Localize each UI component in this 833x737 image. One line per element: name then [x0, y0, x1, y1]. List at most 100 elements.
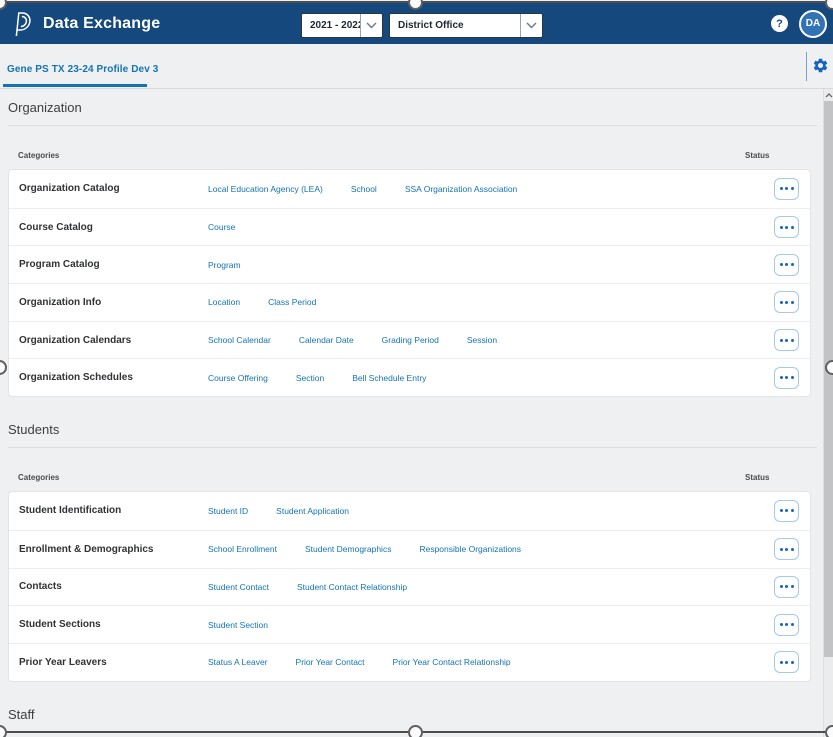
table-row: Organization CalendarsSchool Calendar Cal… [9, 321, 810, 359]
more-actions-button[interactable] [774, 651, 799, 673]
ellipsis-dot-icon [785, 623, 788, 626]
category-link[interactable]: Prior Year Contact [296, 657, 365, 667]
ellipsis-dot-icon [785, 339, 788, 342]
category-links: Student Section [208, 620, 774, 630]
category-name: Organization Info [19, 297, 208, 308]
category-link[interactable]: School [351, 184, 377, 194]
ellipsis-dot-icon [791, 339, 794, 342]
header-right: ? DA [771, 3, 827, 44]
more-actions-button[interactable] [774, 216, 799, 238]
more-actions-button[interactable] [774, 178, 799, 200]
scrollbar[interactable] [823, 89, 833, 737]
ellipsis-dot-icon [780, 187, 783, 190]
help-icon[interactable]: ? [771, 15, 788, 32]
category-link[interactable]: Student Section [208, 620, 268, 630]
category-link[interactable]: Student Demographics [305, 544, 391, 554]
table-row: Course CatalogCourse [9, 208, 810, 246]
category-link[interactable]: Location [208, 297, 240, 307]
more-actions-button[interactable] [774, 329, 799, 351]
category-link[interactable]: Responsible Organizations [419, 544, 521, 554]
category-link[interactable]: Course Offering [208, 373, 268, 383]
category-link[interactable]: Section [296, 373, 324, 383]
ellipsis-dot-icon [785, 548, 788, 551]
active-tab-underline [3, 84, 147, 87]
sections-container: Organization Categories Status Organization… [0, 89, 823, 733]
category-links: Location Class Period [208, 297, 774, 307]
table-row: Organization CatalogLocal Education Agen… [9, 170, 810, 208]
category-link[interactable]: Student ID [208, 506, 248, 516]
categories-column-label: Categories [18, 473, 59, 482]
category-link[interactable]: School Enrollment [208, 544, 277, 554]
selection-handle-bottom-center[interactable] [408, 725, 423, 737]
more-actions-button[interactable] [774, 291, 799, 313]
more-actions-button[interactable] [774, 254, 799, 276]
ellipsis-dot-icon [791, 226, 794, 229]
ellipsis-dot-icon [791, 263, 794, 266]
more-actions-button[interactable] [774, 367, 799, 389]
section-title: Staff [8, 706, 815, 724]
selection-handle-right-middle[interactable] [825, 360, 833, 375]
categories-column-label: Categories [18, 151, 59, 160]
category-link[interactable]: Bell Schedule Entry [352, 373, 426, 383]
category-links: School Calendar Calendar Date Grading Peri… [208, 335, 774, 345]
category-link[interactable]: Calendar Date [299, 335, 354, 345]
avatar[interactable]: DA [799, 10, 827, 38]
category-link[interactable]: Course [208, 222, 235, 232]
category-link[interactable]: Student Contact [208, 582, 269, 592]
category-links: Course [208, 222, 774, 232]
category-links: Student Contact Student Contact Relations… [208, 582, 774, 592]
scope-select[interactable]: District Office [389, 13, 543, 38]
ellipsis-dot-icon [785, 187, 788, 190]
ellipsis-dot-icon [791, 509, 794, 512]
ellipsis-dot-icon [785, 661, 788, 664]
category-name: Organization Schedules [19, 372, 208, 383]
ellipsis-dot-icon [780, 263, 783, 266]
app-title: Data Exchange [43, 15, 160, 33]
table-row: Student IdentificationStudent IDStudent … [9, 492, 810, 530]
help-glyph: ? [776, 18, 783, 30]
ellipsis-dot-icon [785, 585, 788, 588]
ellipsis-dot-icon [780, 376, 783, 379]
powerschool-logo-icon[interactable] [13, 11, 33, 37]
ellipsis-dot-icon [780, 661, 783, 664]
category-name: Organization Calendars [19, 335, 208, 346]
more-actions-button[interactable] [774, 538, 799, 560]
status-column-label: Status [745, 473, 769, 482]
ellipsis-dot-icon [780, 548, 783, 551]
ellipsis-dot-icon [785, 376, 788, 379]
category-link[interactable]: School Calendar [208, 335, 271, 345]
category-name: Contacts [19, 581, 208, 592]
category-link[interactable]: Class Period [268, 297, 316, 307]
section-title: Organization [8, 99, 815, 117]
category-link[interactable]: SSA Organization Association [405, 184, 517, 194]
category-links: School Enrollment Student Demographics Res… [208, 544, 774, 554]
more-actions-button[interactable] [774, 576, 799, 598]
category-name: Student Sections [19, 619, 208, 630]
ellipsis-dot-icon [791, 301, 794, 304]
category-link[interactable]: Student Contact Relationship [297, 582, 407, 592]
ellipsis-dot-icon [780, 623, 783, 626]
gear-icon[interactable] [812, 57, 829, 74]
tab-profile[interactable]: Gene PS TX 23-24 Profile Dev 3 [7, 64, 158, 75]
category-link[interactable]: Student Application [276, 506, 349, 516]
year-select[interactable]: 2021 - 2022 [301, 13, 383, 38]
category-name: Enrollment & Demographics [19, 544, 208, 555]
tab-bar-divider [806, 52, 807, 81]
category-link[interactable]: Prior Year Contact Relationship [393, 657, 511, 667]
scrollbar-thumb[interactable] [824, 101, 833, 657]
scrollbar-up-button[interactable] [824, 89, 833, 101]
section-organization: OrganizationCategoriesStatusOrganization… [0, 89, 823, 397]
category-link[interactable]: Program [208, 260, 241, 270]
category-link[interactable]: Local Education Agency (LEA) [208, 184, 323, 194]
more-actions-button[interactable] [774, 500, 799, 522]
more-actions-button[interactable] [774, 614, 799, 636]
category-link[interactable]: Grading Period [382, 335, 439, 345]
category-link[interactable]: Session [467, 335, 497, 345]
category-links: Course Offering Section Bell Schedule Entr… [208, 373, 774, 383]
ellipsis-dot-icon [791, 376, 794, 379]
category-links: Local Education Agency (LEA) School SSA Or… [208, 184, 774, 194]
chevron-up-icon [825, 93, 833, 98]
ellipsis-dot-icon [791, 548, 794, 551]
category-link[interactable]: Status A Leaver [208, 657, 268, 667]
selection-handle-bottom-right[interactable] [825, 725, 833, 737]
